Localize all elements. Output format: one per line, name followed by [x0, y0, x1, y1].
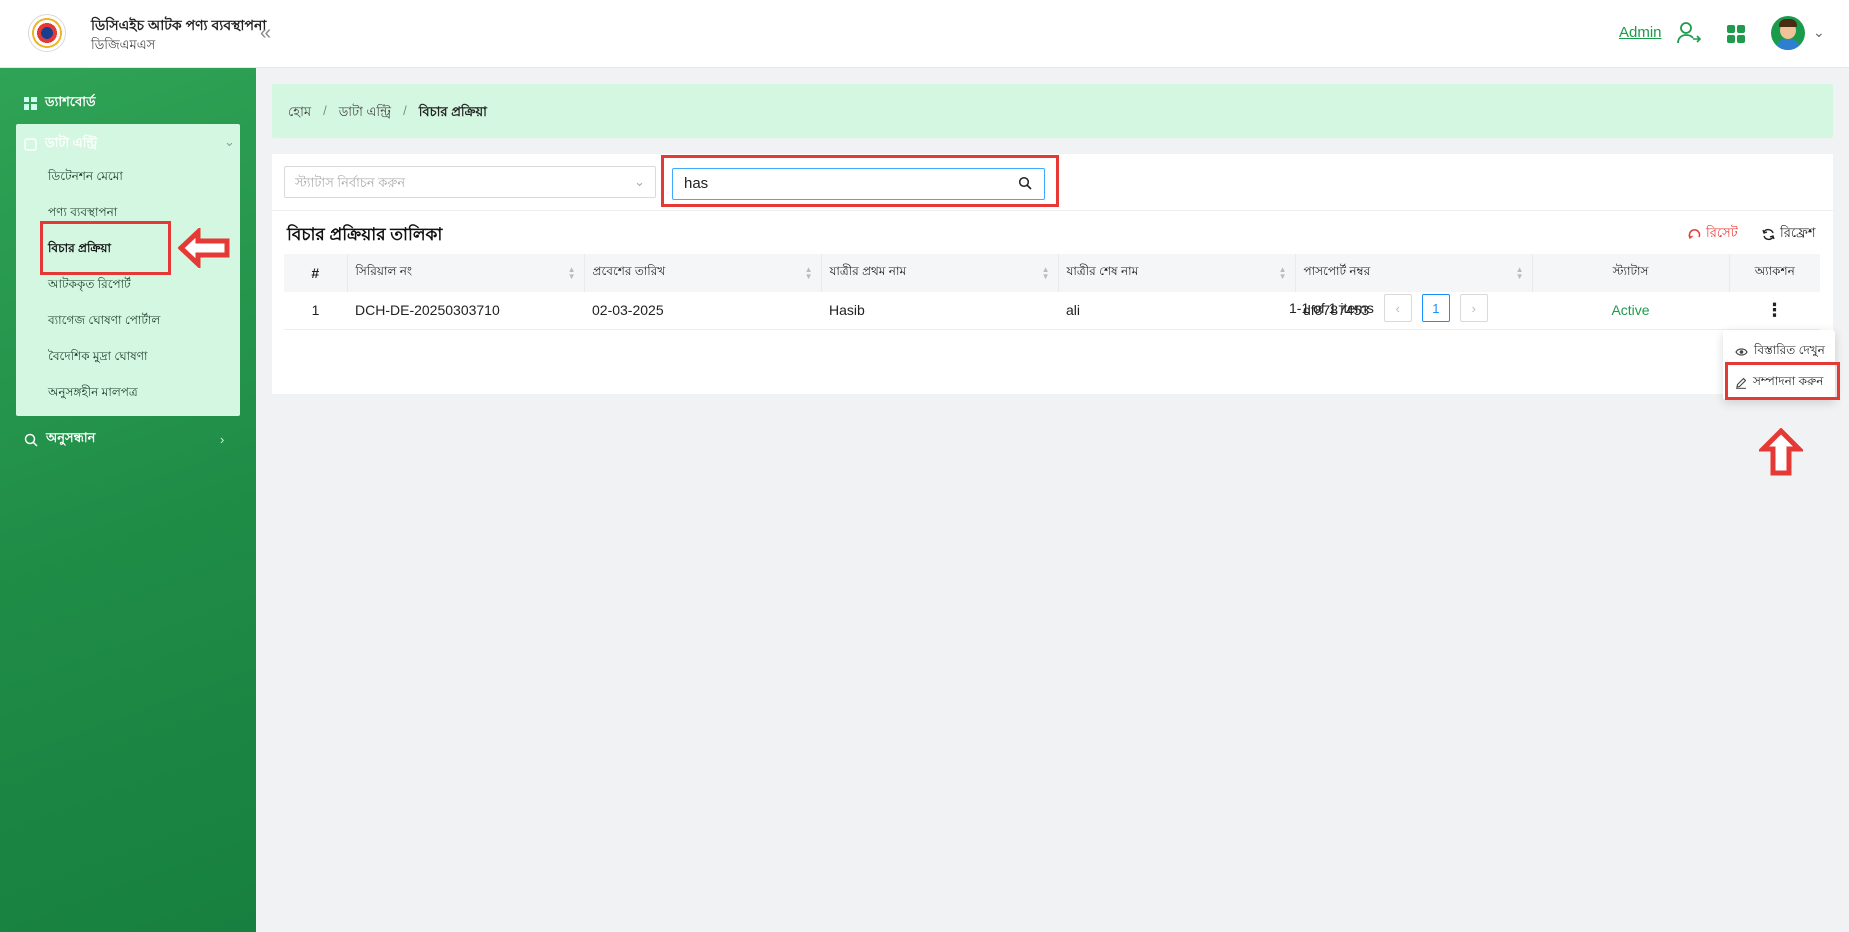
sidebar-item-detention-memo[interactable]: ডিটেনশন মেমো [48, 168, 123, 188]
sort-icon[interactable]: ▲ ▼ [1516, 266, 1524, 281]
app-logo [28, 14, 66, 52]
arrow-left-icon [178, 228, 230, 268]
pagination-summary: 1-1 of 1 items [1289, 300, 1374, 316]
column-header-serial[interactable]: সিরিয়াল নং ▲ ▼ [347, 254, 585, 292]
sidebar-item-data-entry[interactable]: ডাটা এন্ট্রি ⌄ [24, 134, 235, 155]
column-header-last-name[interactable]: যাত্রীর শেষ নাম ▲ ▼ [1058, 254, 1296, 292]
reset-icon [1688, 229, 1701, 240]
sort-icon[interactable]: ▲ ▼ [1279, 266, 1287, 281]
data-entry-icon [24, 138, 37, 151]
cell-action: ⋮ [1729, 292, 1820, 330]
breadcrumb-separator: / [323, 103, 327, 118]
menu-item-view-details[interactable]: বিস্তারিত দেখুন [1735, 342, 1825, 362]
sort-icon[interactable]: ▲ ▼ [805, 266, 813, 281]
sidebar-item-dashboard[interactable]: ড্যাশবোর্ড [24, 93, 96, 114]
next-page-button[interactable]: › [1459, 294, 1488, 322]
more-vertical-icon[interactable]: ⋮ [1766, 300, 1784, 320]
search-icon [24, 433, 38, 447]
divider [272, 210, 1833, 211]
column-header-index: # [284, 254, 348, 292]
sidebar-item-currency-declaration[interactable]: বৈদেশিক মুদ্রা ঘোষণা [48, 348, 148, 368]
arrow-up-icon [1759, 428, 1803, 476]
table-row: 1 DCH-DE-20250303710 02-03-2025 Hasib al… [284, 292, 1820, 330]
sidebar-item-label: ড্যাশবোর্ড [45, 94, 96, 109]
table-header-row: # সিরিয়াল নং ▲ ▼ প্রবেশের তারিখ ▲ ▼ যাত্রীর… [284, 254, 1820, 292]
collapse-sidebar-icon[interactable]: « [260, 22, 271, 45]
sort-icon[interactable]: ▲ ▼ [1042, 266, 1050, 281]
refresh-label: রিফ্রেশ [1780, 225, 1816, 240]
breadcrumb-data-entry[interactable]: ডাটা এন্ট্রি [339, 103, 391, 124]
admin-link[interactable]: Admin [1619, 24, 1662, 41]
status-select[interactable]: স্ট্যাটাস নির্বাচন করুন ⌄ [284, 166, 656, 198]
status-select-placeholder: স্ট্যাটাস নির্বাচন করুন [295, 175, 406, 190]
chevron-down-icon: ⌄ [634, 174, 645, 189]
status-badge: Active [1532, 292, 1729, 330]
sidebar: ড্যাশবোর্ড ডাটা এন্ট্রি ⌄ ডিটেনশন মেমো প… [0, 68, 256, 932]
sidebar-item-search[interactable]: অনুসন্ধান › [24, 429, 224, 450]
sidebar-item-label: অনুসন্ধান [46, 430, 96, 445]
chevron-right-icon: › [220, 432, 225, 447]
menu-item-label: বিস্তারিত দেখুন [1754, 343, 1825, 357]
cell-first-name: Hasib [821, 292, 1058, 330]
app-subtitle: ডিজিএমএস [91, 37, 156, 52]
breadcrumb-separator: / [403, 103, 407, 118]
eye-icon [1735, 348, 1748, 356]
apps-grid-icon[interactable] [1727, 25, 1745, 43]
page-button[interactable]: 1 [1421, 294, 1450, 322]
chevron-down-icon[interactable]: ⌄ [1813, 24, 1825, 41]
breadcrumb-home[interactable]: হোম [288, 103, 311, 124]
app-title: ডিসিএইচ আটক পণ্য ব্যবস্থাপনা [91, 17, 267, 33]
refresh-icon [1762, 228, 1775, 241]
cell-entry-date: 02-03-2025 [584, 292, 821, 330]
top-header: ডিসিএইচ আটক পণ্য ব্যবস্থাপনা ডিজিএমএস « … [0, 0, 1849, 68]
reset-button[interactable]: রিসেট [1688, 224, 1738, 245]
avatar[interactable] [1771, 16, 1805, 50]
cell-index: 1 [284, 292, 347, 330]
sort-icon[interactable]: ▲ ▼ [568, 266, 576, 281]
pagination: 1-1 of 1 items ‹ 1 › [1289, 294, 1488, 322]
dashboard-icon [24, 97, 37, 110]
column-header-passport[interactable]: পাসপোর্ট নম্বর ▲ ▼ [1295, 254, 1533, 292]
sidebar-item-unaccompanied-baggage[interactable]: অনুসঙ্গহীন মালপত্র [48, 384, 138, 404]
table-title: বিচার প্রক্রিয়ার তালিকা [287, 225, 443, 244]
prev-page-button[interactable]: ‹ [1383, 294, 1412, 322]
annotation-box-sidebar [40, 221, 171, 275]
breadcrumb: হোম / ডাটা এন্ট্রি / বিচার প্রক্রিয়া [272, 84, 1833, 138]
chevron-down-icon: ⌄ [224, 134, 235, 149]
annotation-box-edit [1725, 362, 1840, 400]
sidebar-item-seized-report[interactable]: আটককৃত রিপোর্ট [48, 276, 131, 296]
annotation-box-search [661, 155, 1059, 207]
column-header-status: স্ট্যাটাস [1532, 254, 1730, 292]
column-header-first-name[interactable]: যাত্রীর প্রথম নাম ▲ ▼ [821, 254, 1059, 292]
breadcrumb-current: বিচার প্রক্রিয়া [418, 104, 487, 119]
reset-label: রিসেট [1706, 225, 1738, 240]
sidebar-item-baggage-portal[interactable]: ব্যাগেজ ঘোষণা পোর্টাল [48, 312, 160, 332]
cell-serial: DCH-DE-20250303710 [347, 292, 584, 330]
refresh-button[interactable]: রিফ্রেশ [1762, 224, 1816, 245]
column-header-action: অ্যাকশন [1729, 254, 1820, 292]
user-switch-icon[interactable] [1676, 20, 1702, 46]
sidebar-item-label: ডাটা এন্ট্রি [45, 135, 98, 150]
cell-last-name: ali [1058, 292, 1295, 330]
data-table: # সিরিয়াল নং ▲ ▼ প্রবেশের তারিখ ▲ ▼ যাত্রীর… [284, 254, 1820, 330]
column-header-entry-date[interactable]: প্রবেশের তারিখ ▲ ▼ [584, 254, 822, 292]
